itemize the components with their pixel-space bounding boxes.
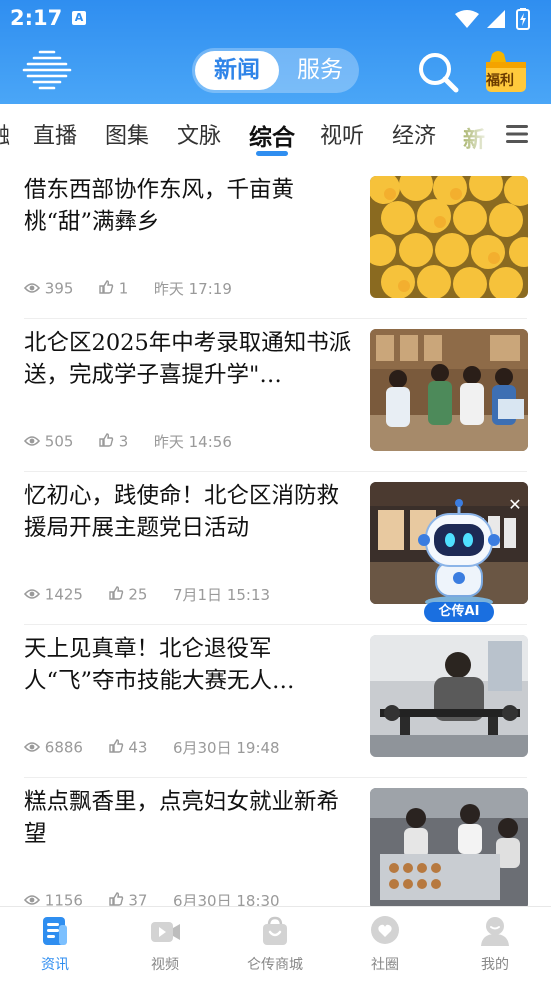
view-count: 1425	[44, 585, 83, 604]
news-item[interactable]: 借东西部协作东风，千亩黄桃“甜”满彝乡 395 1 昨天 17:19	[0, 166, 551, 319]
nav-label: 我的	[481, 957, 509, 973]
segment-news[interactable]: 新闻	[195, 51, 279, 90]
welfare-label: 福利	[486, 73, 514, 89]
publish-date: 7月1日 15:13	[172, 586, 271, 604]
signal-icon	[487, 10, 505, 28]
tab-economy[interactable]: 经济	[392, 118, 436, 150]
news-icon	[39, 915, 71, 947]
nav-video[interactable]: 视频	[110, 915, 220, 974]
notification-icon: A	[72, 11, 86, 25]
news-thumbnail-classroom[interactable]	[370, 329, 528, 451]
nav-mall[interactable]: 仑传商城	[220, 915, 330, 974]
like-icon	[108, 585, 124, 604]
tab-gallery[interactable]: 图集	[105, 118, 149, 150]
news-meta: 395 1 昨天 17:19	[23, 278, 232, 299]
tab-culture[interactable]: 文脉	[177, 118, 221, 150]
view-count: 395	[44, 279, 74, 298]
robot-icon	[418, 499, 500, 608]
close-icon[interactable]: ✕	[506, 496, 524, 514]
publish-date: 6月30日 19:48	[172, 739, 280, 757]
news-item[interactable]: 糕点飘香里，点亮妇女就业新希望 1156 37 6月30日 18:30	[0, 778, 551, 906]
news-service-toggle: 新闻 服务	[192, 48, 359, 93]
community-icon	[369, 915, 401, 947]
news-meta: 6886 43 6月30日 19:48	[23, 737, 280, 758]
status-time: 2:17	[10, 6, 63, 30]
eye-icon	[23, 433, 41, 451]
news-meta: 505 3 昨天 14:56	[23, 431, 232, 452]
like-icon	[108, 891, 124, 907]
news-title[interactable]: 糕点飘香里，点亮妇女就业新希望	[24, 786, 354, 850]
segment-service[interactable]: 服务	[284, 51, 356, 90]
video-icon	[149, 915, 181, 947]
news-meta: 1425 25 7月1日 15:13	[23, 584, 271, 605]
publish-date: 昨天 17:19	[153, 280, 232, 298]
nav-label: 社圈	[371, 957, 399, 973]
nav-label: 仑传商城	[247, 957, 303, 973]
tabs-fade	[452, 104, 551, 166]
channel-tabs: 融 直播 图集 文脉 综合 视听 经济 新	[0, 104, 551, 166]
news-title[interactable]: 忆初心，践使命！北仑区消防救援局开展主题党日活动	[24, 480, 354, 544]
news-title[interactable]: 借东西部协作东风，千亩黄桃“甜”满彝乡	[24, 174, 354, 238]
ai-assistant-label: 仑传AI	[424, 602, 494, 622]
wifi-icon	[455, 10, 479, 28]
ai-assistant-widget[interactable]: 仑传AI	[414, 498, 504, 628]
news-thumbnail-pastry[interactable]	[370, 788, 528, 906]
nav-label: 视频	[151, 957, 179, 973]
tab-comprehensive[interactable]: 综合	[249, 118, 295, 152]
shopping-bag-icon	[259, 915, 291, 947]
app-logo-icon[interactable]	[22, 48, 72, 92]
news-meta: 1156 37 6月30日 18:30	[23, 890, 280, 907]
like-icon	[99, 279, 114, 298]
tab-audiovisual[interactable]: 视听	[320, 118, 364, 150]
news-thumbnail-peaches[interactable]	[370, 176, 528, 298]
like-count: 3	[118, 432, 129, 451]
search-icon[interactable]	[416, 50, 460, 94]
status-bar: 2:17 A	[0, 0, 551, 38]
news-item[interactable]: 北仑区2025年中考录取通知书派送，完成学子喜提升学"… 505 3 昨天 14…	[0, 319, 551, 472]
app-header: 2:17 A 新闻 服务 福利	[0, 0, 551, 104]
view-count: 1156	[44, 891, 83, 907]
welfare-button[interactable]: 福利	[480, 46, 530, 96]
eye-icon	[23, 892, 41, 907]
eye-icon	[23, 280, 41, 298]
eye-icon	[23, 739, 41, 757]
news-title[interactable]: 天上见真章！北仑退役军人“飞”夺市技能大赛无人…	[24, 633, 354, 697]
news-thumbnail-drone[interactable]	[370, 635, 528, 757]
like-count: 43	[128, 738, 148, 757]
tab-rong[interactable]: 融	[0, 118, 10, 150]
active-tab-indicator	[256, 151, 288, 156]
bottom-nav: 资讯 视频 仑传商城 社圈 我的	[0, 906, 551, 982]
like-count: 25	[128, 585, 148, 604]
view-count: 6886	[44, 738, 83, 757]
tab-live[interactable]: 直播	[33, 118, 77, 150]
news-title[interactable]: 北仑区2025年中考录取通知书派送，完成学子喜提升学"…	[24, 327, 354, 391]
like-icon	[99, 432, 114, 451]
like-count: 1	[118, 279, 129, 298]
like-icon	[108, 738, 124, 757]
nav-profile[interactable]: 我的	[440, 915, 550, 974]
like-count: 37	[128, 891, 148, 907]
publish-date: 6月30日 18:30	[172, 892, 280, 906]
news-item[interactable]: 天上见真章！北仑退役军人“飞”夺市技能大赛无人… 6886 43 6月30日 1…	[0, 625, 551, 778]
status-icons	[453, 8, 541, 34]
nav-label: 资讯	[41, 957, 69, 973]
publish-date: 昨天 14:56	[153, 433, 232, 451]
profile-icon	[479, 915, 511, 947]
nav-news[interactable]: 资讯	[0, 915, 110, 974]
nav-community[interactable]: 社圈	[330, 915, 440, 974]
view-count: 505	[44, 432, 74, 451]
eye-icon	[23, 586, 41, 604]
menu-icon[interactable]	[506, 124, 530, 144]
